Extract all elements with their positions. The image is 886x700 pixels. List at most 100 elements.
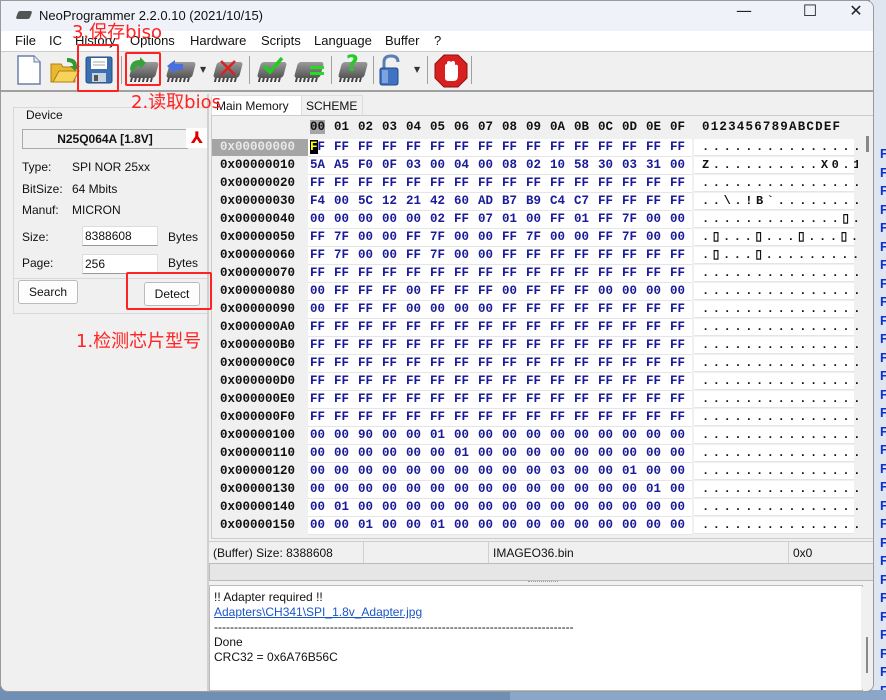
hex-byte[interactable]: 00	[382, 229, 397, 246]
hex-byte[interactable]: 00	[646, 427, 661, 444]
hex-byte[interactable]: 00	[454, 481, 469, 498]
hex-byte[interactable]: 00	[526, 445, 541, 462]
hex-byte[interactable]: 00	[598, 283, 613, 300]
hex-byte[interactable]: FF	[430, 319, 445, 336]
hex-byte[interactable]: FF	[310, 175, 325, 192]
stop-button[interactable]	[434, 54, 468, 88]
hex-bytes[interactable]: 00 00 00 00 00 00 01 00 00 00 00 00 00 00 00 00	[308, 445, 692, 463]
hex-byte[interactable]: FF	[382, 283, 397, 300]
hex-ascii[interactable]: ................	[694, 265, 871, 282]
hex-byte[interactable]: FF	[358, 409, 373, 426]
hex-byte[interactable]: FF	[550, 319, 565, 336]
hex-byte[interactable]: FF	[310, 319, 325, 336]
hex-byte[interactable]: FF	[550, 373, 565, 390]
hex-byte[interactable]: 00	[478, 229, 493, 246]
hex-byte[interactable]: FF	[574, 265, 589, 282]
hex-byte[interactable]: FF	[598, 355, 613, 372]
hex-byte[interactable]: FF	[358, 391, 373, 408]
hex-byte[interactable]: 00	[454, 301, 469, 318]
hex-bytes[interactable]: 00 FF FF FF 00 FF FF FF 00 FF FF FF 00 00 00 00	[308, 283, 692, 301]
hex-byte[interactable]: 00	[502, 499, 517, 516]
hex-byte[interactable]: 00	[478, 517, 493, 534]
hex-byte[interactable]: FF	[502, 301, 517, 318]
write-options-dropdown[interactable]: ▼	[200, 65, 206, 74]
hex-byte[interactable]: C7	[574, 193, 589, 210]
hex-ascii[interactable]: ................	[694, 301, 871, 318]
hex-byte[interactable]: FF	[358, 139, 373, 156]
hex-byte[interactable]: FF	[310, 391, 325, 408]
hex-bytes[interactable]: 00 00 00 00 00 00 00 00 00 00 00 00 00 00 01 00	[308, 481, 692, 499]
hex-byte[interactable]: FF	[478, 283, 493, 300]
hex-byte[interactable]: FF	[502, 265, 517, 282]
protect-button[interactable]	[377, 54, 409, 86]
hex-byte[interactable]: 02	[430, 211, 445, 228]
hex-byte[interactable]: FF	[526, 247, 541, 264]
hex-byte[interactable]: 00	[646, 517, 661, 534]
hex-byte[interactable]: FF	[358, 337, 373, 354]
hex-byte[interactable]: FF	[598, 319, 613, 336]
hex-byte[interactable]: FF	[406, 355, 421, 372]
hex-byte[interactable]: 00	[478, 427, 493, 444]
hex-bytes[interactable]: FF FF FF FF FF FF FF FF FF FF FF FF FF FF FF FF	[308, 265, 692, 283]
hex-byte[interactable]: FF	[646, 247, 661, 264]
hex-byte[interactable]: FF	[358, 265, 373, 282]
hex-bytes[interactable]: 00 00 00 00 00 00 00 00 00 00 03 00 00 01 00 00	[308, 463, 692, 481]
hex-byte[interactable]: FF	[598, 211, 613, 228]
tab-scheme[interactable]: SCHEME	[301, 95, 363, 116]
hex-bytes[interactable]: F4 00 5C 12 21 42 60 AD B7 B9 C4 C7 FF FF FF FF	[308, 193, 692, 211]
hex-byte[interactable]: FF	[478, 175, 493, 192]
hex-byte[interactable]: FF	[430, 283, 445, 300]
hex-byte[interactable]: 00	[622, 517, 637, 534]
hex-row[interactable]: 0x00000090 00 FF FF FF 00 00 00 00 FF FF FF FF FF FF FF…	[212, 301, 871, 319]
hex-byte[interactable]: 00	[622, 283, 637, 300]
hex-byte[interactable]: FF	[622, 391, 637, 408]
hex-byte[interactable]: FF	[670, 265, 685, 282]
hex-byte[interactable]: 00	[670, 463, 685, 480]
log-scroll-thumb[interactable]	[866, 637, 868, 673]
hex-byte[interactable]: FF	[598, 139, 613, 156]
hex-ascii[interactable]: ................	[694, 409, 871, 426]
hex-byte[interactable]: 00	[550, 427, 565, 444]
hex-byte[interactable]: FF	[550, 391, 565, 408]
hex-byte[interactable]: 00	[454, 517, 469, 534]
tab-main-memory[interactable]: Main Memory	[211, 95, 305, 116]
hex-byte[interactable]: 03	[622, 157, 637, 174]
hex-byte[interactable]: A5	[334, 157, 349, 174]
hex-byte[interactable]: 00	[550, 481, 565, 498]
hex-row[interactable]: 0x00000070 FF FF FF FF FF FF FF FF FF FF FF FF FF FF FF…	[212, 265, 871, 283]
hex-ascii[interactable]: ................	[694, 283, 871, 300]
hex-byte[interactable]: FF	[598, 265, 613, 282]
hex-byte[interactable]: FF	[646, 301, 661, 318]
hex-bytes[interactable]: FF FF FF FF FF FF FF FF FF FF FF FF FF FF FF FF	[308, 175, 692, 193]
hex-byte[interactable]: 00	[430, 499, 445, 516]
hex-byte[interactable]: FF	[502, 373, 517, 390]
hex-byte[interactable]: 00	[574, 463, 589, 480]
hex-byte[interactable]: FF	[622, 265, 637, 282]
hex-byte[interactable]: FF	[646, 265, 661, 282]
hex-byte[interactable]: 00	[430, 463, 445, 480]
hex-byte[interactable]: 00	[382, 517, 397, 534]
menu-hardware[interactable]: Hardware	[190, 33, 246, 48]
hex-byte[interactable]: FF	[454, 139, 469, 156]
hex-byte[interactable]: FF	[646, 355, 661, 372]
hex-byte[interactable]: FF	[334, 355, 349, 372]
hex-byte[interactable]: 00	[670, 211, 685, 228]
hex-row[interactable]: 0x000000E0 FF FF FF FF FF FF FF FF FF FF FF FF FF FF FF…	[212, 391, 871, 409]
hex-byte[interactable]: FF	[670, 301, 685, 318]
hex-byte[interactable]: FF	[334, 373, 349, 390]
hex-byte[interactable]: 00	[574, 517, 589, 534]
hex-byte[interactable]: FF	[622, 301, 637, 318]
hex-byte[interactable]: 00	[550, 229, 565, 246]
auto-detect-button[interactable]: ?	[337, 52, 369, 86]
hex-byte[interactable]: 00	[478, 247, 493, 264]
hex-byte[interactable]: FF	[670, 319, 685, 336]
hex-byte[interactable]: 00	[502, 427, 517, 444]
hex-byte[interactable]: FF	[358, 373, 373, 390]
hex-byte[interactable]: 00	[334, 427, 349, 444]
hex-byte[interactable]: FF	[598, 373, 613, 390]
hex-byte[interactable]: FF	[646, 193, 661, 210]
hex-byte[interactable]: 00	[310, 481, 325, 498]
hex-byte[interactable]: 00	[310, 463, 325, 480]
hex-byte[interactable]: FF	[574, 139, 589, 156]
hex-byte[interactable]: F4	[310, 193, 325, 210]
